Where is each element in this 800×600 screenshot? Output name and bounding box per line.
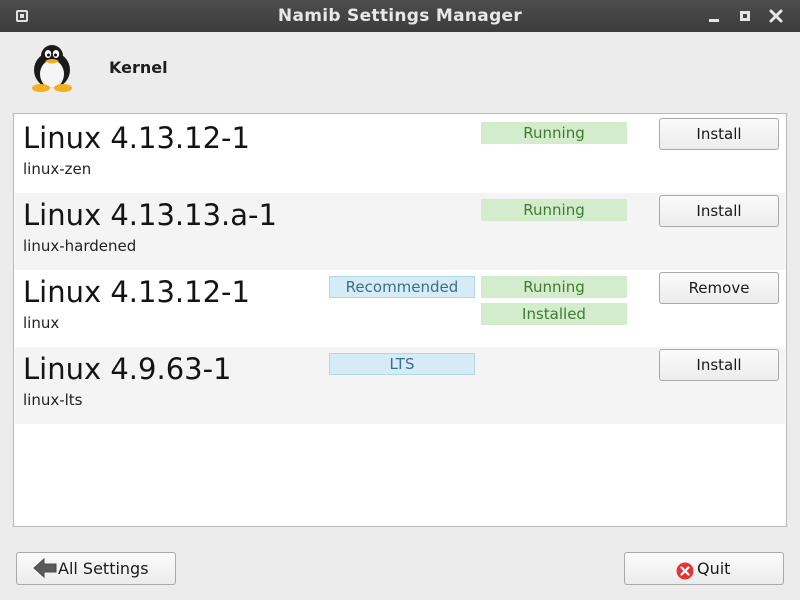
minimize-icon[interactable]	[706, 8, 722, 24]
title-bar: Namib Settings Manager	[0, 0, 800, 32]
kernel-row: Linux 4.13.13.a-1 linux-hardened Running…	[15, 193, 785, 270]
kernel-package: linux-lts	[23, 391, 83, 409]
install-button[interactable]: Install	[659, 195, 779, 227]
tux-penguin-icon	[26, 42, 78, 92]
kernel-row: Linux 4.9.63-1 linux-lts LTS Install	[15, 347, 785, 424]
running-badge: Running	[481, 199, 627, 221]
install-button[interactable]: Install	[659, 349, 779, 381]
kernel-package: linux-zen	[23, 160, 92, 178]
all-settings-label: All Settings	[58, 559, 149, 578]
kernel-row: Linux 4.13.12-1 linux-zen Running Instal…	[15, 116, 785, 193]
window-title: Namib Settings Manager	[277, 6, 523, 26]
quit-icon	[676, 559, 694, 590]
kernel-package: linux-hardened	[23, 237, 137, 255]
remove-button[interactable]: Remove	[659, 272, 779, 304]
installed-badge: Installed	[481, 303, 627, 325]
kernel-version: Linux 4.13.12-1	[23, 275, 250, 309]
kernel-row: Linux 4.13.12-1 linux Recommended Runnin…	[15, 270, 785, 347]
all-settings-button[interactable]: All Settings	[16, 552, 176, 585]
kernel-version: Linux 4.13.12-1	[23, 121, 250, 155]
recommended-badge: Recommended	[329, 276, 475, 298]
install-button[interactable]: Install	[659, 118, 779, 150]
running-badge: Running	[481, 276, 627, 298]
maximize-icon[interactable]	[737, 8, 753, 24]
close-icon[interactable]	[768, 8, 784, 24]
quit-label: Quit	[697, 559, 731, 578]
kernel-list: Linux 4.13.12-1 linux-zen Running Instal…	[13, 113, 787, 527]
page-title: Kernel	[109, 58, 168, 77]
kernel-version: Linux 4.9.63-1	[23, 352, 232, 386]
back-arrow-icon	[33, 557, 57, 589]
kernel-package: linux	[23, 314, 60, 332]
running-badge: Running	[481, 122, 627, 144]
kernel-version: Linux 4.13.13.a-1	[23, 198, 277, 232]
lts-badge: LTS	[329, 353, 475, 375]
quit-button[interactable]: Quit	[624, 552, 784, 585]
